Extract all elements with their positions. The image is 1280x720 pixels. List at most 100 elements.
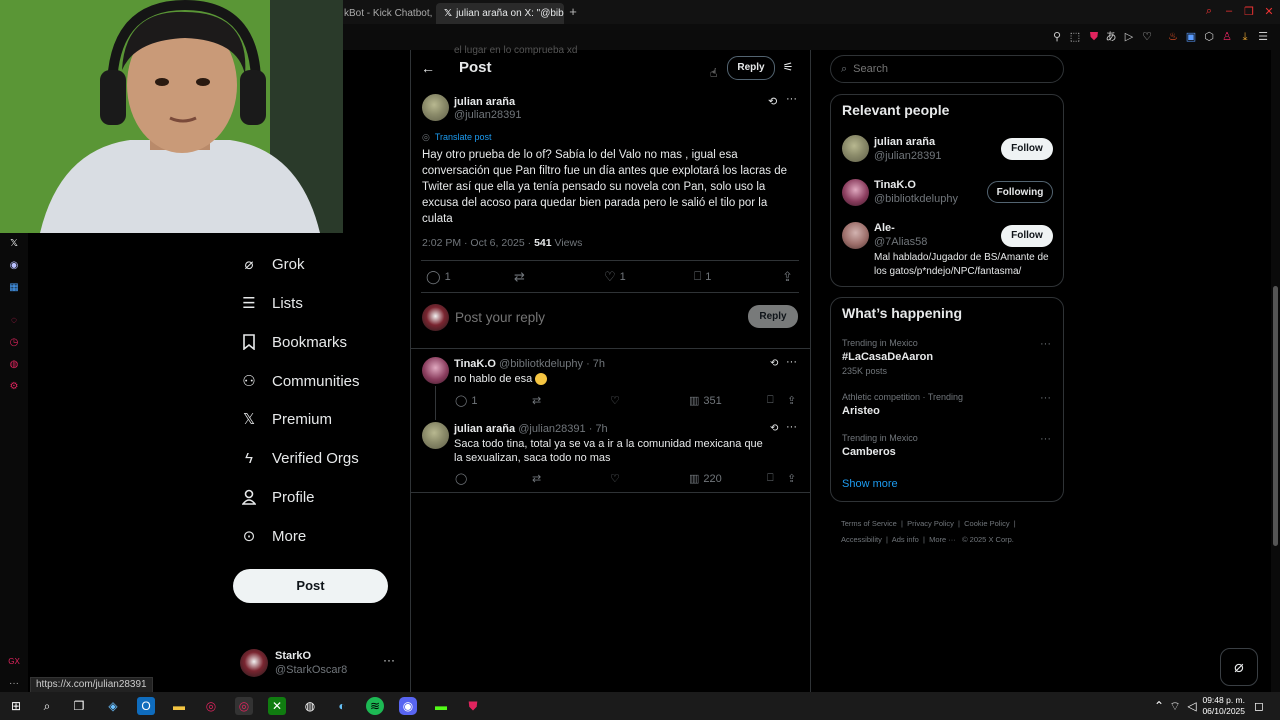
app-icon[interactable]: ▦ <box>6 280 22 296</box>
minimize-icon[interactable]: – <box>1222 5 1236 19</box>
more-horizontal-icon[interactable]: ··· <box>786 356 797 368</box>
nav-verified-orgs[interactable]: ϟ Verified Orgs <box>240 444 359 472</box>
views-action[interactable]: ▥ 351 <box>689 394 722 408</box>
nav-premium[interactable]: 𝕏 Premium <box>240 405 332 433</box>
app-shield-icon[interactable]: ⛊ <box>464 697 482 715</box>
repost-action[interactable]: ⇄ <box>532 394 541 407</box>
follow-button[interactable]: Follow <box>1001 138 1053 160</box>
outlook-icon[interactable]: O <box>137 697 155 715</box>
settings-sliders-icon[interactable]: ⚟ <box>780 60 796 76</box>
person-handle[interactable]: @bibliotkdeluphy <box>874 193 958 205</box>
person-name[interactable]: julian araña <box>874 136 935 148</box>
footer-link[interactable]: Ads info <box>892 535 919 544</box>
account-switcher[interactable]: StarkO @StarkOscar8 ··· <box>240 647 410 681</box>
more-horizontal-icon[interactable]: ··· <box>1040 392 1051 404</box>
reply-input[interactable] <box>455 306 735 328</box>
wifi-icon[interactable]: ⌔ <box>1166 697 1184 715</box>
person-handle[interactable]: @7Alias58 <box>874 236 927 248</box>
nav-profile[interactable]: Profile <box>240 483 315 511</box>
follow-button[interactable]: Follow <box>1001 225 1053 247</box>
reply-time[interactable]: · 7h <box>589 423 608 435</box>
post-button[interactable]: Post <box>233 569 388 603</box>
avatar[interactable] <box>842 135 869 162</box>
scrollbar-thumb[interactable] <box>1273 286 1278 546</box>
reply-author[interactable]: julian araña <box>454 423 515 435</box>
avatar[interactable] <box>422 94 449 121</box>
repost-action[interactable]: ⇄ <box>514 269 525 285</box>
trend-item[interactable]: Trending in Mexico #LaCasaDeAaron 235K p… <box>842 338 1057 380</box>
extension-icon[interactable]: ▣ <box>1184 30 1198 44</box>
pin-icon[interactable]: ⚲ <box>1050 30 1064 44</box>
avatar[interactable] <box>422 357 449 384</box>
notification-icon[interactable]: ◻ <box>1250 697 1268 715</box>
composer-reply-button[interactable]: Reply <box>748 305 798 328</box>
gx-icon[interactable]: GX <box>6 654 22 670</box>
footer-link[interactable]: Privacy Policy <box>907 519 954 528</box>
kick-icon[interactable]: ▬ <box>432 697 450 715</box>
steam-icon[interactable]: ◐ <box>333 697 351 715</box>
share-action[interactable]: ⇪ <box>787 472 796 485</box>
person-name[interactable]: TinaK.O <box>874 179 916 191</box>
x-logo-icon[interactable]: 𝕏 <box>6 236 22 252</box>
footer-link[interactable]: More ··· <box>929 535 956 544</box>
person-handle[interactable]: @julian28391 <box>874 150 941 162</box>
more-horizontal-icon[interactable]: ··· <box>1040 433 1051 445</box>
fire-icon[interactable]: ♨ <box>1166 30 1180 44</box>
reply-action[interactable]: ◯ <box>455 472 467 485</box>
post-time[interactable]: 2:02 PM · Oct 6, 2025 · <box>422 237 534 249</box>
new-tab-button[interactable]: + <box>566 3 580 21</box>
discord-icon[interactable]: ◉ <box>6 258 22 274</box>
avatar[interactable] <box>842 179 869 206</box>
shield-icon[interactable]: ⛊ <box>1087 30 1101 44</box>
opera-gx-icon[interactable]: ◎ <box>202 697 220 715</box>
browser-tab-kick[interactable]: kBot - Kick Chatbot, A <box>336 3 432 24</box>
grok-icon[interactable]: ⟲ <box>770 358 778 369</box>
reply-time[interactable]: · 7h <box>586 358 605 370</box>
play-icon[interactable]: ▷ <box>1122 30 1136 44</box>
settings-gear-icon[interactable]: ⚙ <box>6 379 22 395</box>
close-icon[interactable]: ✕ <box>1262 5 1276 19</box>
reply-handle[interactable]: @bibliotkdeluphy <box>499 358 583 370</box>
search-icon[interactable]: ⌕ <box>1202 5 1216 19</box>
clock-icon[interactable]: ◷ <box>6 335 22 351</box>
discord-icon[interactable]: ◉ <box>399 697 417 715</box>
bookmark-action[interactable]: ⎕ <box>767 472 774 485</box>
heart-icon[interactable]: ♡ <box>1140 30 1154 44</box>
windows-start-icon[interactable]: ⊞ <box>7 697 25 715</box>
post-handle[interactable]: @julian28391 <box>454 109 521 121</box>
footer-link[interactable]: Terms of Service <box>841 519 897 528</box>
puzzle-icon[interactable]: ⬡ <box>1202 30 1216 44</box>
search-icon[interactable]: ⌕ <box>38 697 56 715</box>
show-more-link[interactable]: Show more <box>842 478 898 490</box>
search-box[interactable]: ⌕ <box>830 55 1064 83</box>
reply-handle[interactable]: @julian28391 <box>518 423 585 435</box>
grok-floating-button[interactable]: ⌀ <box>1220 648 1258 686</box>
back-arrow-icon[interactable]: ← <box>420 60 436 76</box>
reply-action[interactable]: ◯ 1 <box>426 269 451 285</box>
search-input[interactable] <box>853 63 1044 75</box>
task-view-icon[interactable]: ❐ <box>70 697 88 715</box>
footer-link[interactable]: Accessibility <box>841 535 882 544</box>
grok-icon[interactable]: ⟲ <box>768 95 777 108</box>
more-horizontal-icon[interactable]: ··· <box>1040 338 1051 350</box>
like-action[interactable]: ♡ <box>610 472 620 485</box>
sidebar-more-icon[interactable]: ··· <box>6 676 22 692</box>
nav-communities[interactable]: ⚇ Communities <box>240 367 359 395</box>
menu-icon[interactable]: ☰ <box>1256 30 1270 44</box>
more-horizontal-icon[interactable]: ··· <box>786 421 797 433</box>
nav-lists[interactable]: ☰ Lists <box>240 289 303 317</box>
obs-icon[interactable]: ◍ <box>301 697 319 715</box>
xbox-icon[interactable]: ✕ <box>268 697 286 715</box>
person-name[interactable]: Ale- <box>874 222 895 234</box>
clock[interactable]: 09:48 p. m. 06/10/2025 <box>1197 695 1245 717</box>
browser-tab-x-post[interactable]: 𝕏julian araña on X: "@bibli <box>436 3 564 24</box>
circle-icon[interactable]: ◌ <box>6 313 22 329</box>
opera-gx-active-icon[interactable]: ◎ <box>235 697 253 715</box>
footer-link[interactable]: Cookie Policy <box>964 519 1009 528</box>
file-explorer-icon[interactable]: ▬ <box>170 697 188 715</box>
post-author[interactable]: julian araña <box>454 96 515 108</box>
bookmark-action[interactable]: ⎕ 1 <box>694 269 711 284</box>
screenshot-icon[interactable]: ⬚ <box>1068 30 1082 44</box>
following-button[interactable]: Following <box>987 181 1053 203</box>
copilot-icon[interactable]: ◈ <box>104 697 122 715</box>
